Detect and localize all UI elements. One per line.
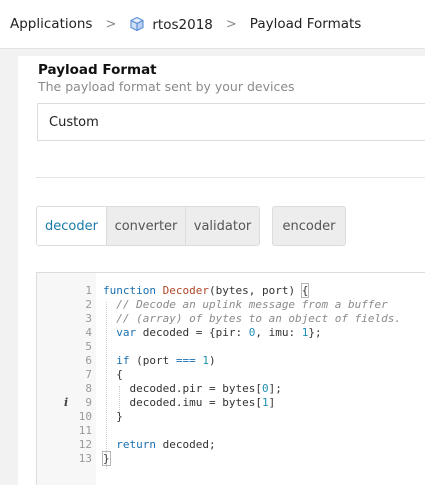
code-text: function Decoder(bytes, port) {	[103, 283, 310, 298]
breadcrumb: Applications > rtos2018 > Payload Format…	[0, 0, 425, 49]
tab-encoder[interactable]: encoder	[272, 206, 346, 246]
info-marker-icon[interactable]: i	[64, 396, 68, 410]
line-number: 3	[85, 312, 92, 325]
section-subtitle: The payload format sent by your devices	[38, 79, 295, 94]
code-line: 3 // (array) of bytes to an object of fi…	[37, 312, 425, 326]
code-line: 2 // Decode an uplink message from a buf…	[37, 298, 425, 312]
cube-icon	[130, 16, 144, 31]
code-text: // (array) of bytes to an object of fiel…	[116, 312, 402, 325]
breadcrumb-separator: >	[225, 16, 237, 32]
line-number: 10	[78, 410, 92, 423]
code-line: 11	[37, 424, 425, 438]
line-number: 5	[85, 340, 92, 353]
line-number: 8	[85, 382, 92, 395]
section-title: Payload Format	[38, 62, 157, 78]
code-line: 4 var decoded = {pir: 0, imu: 1};	[37, 326, 425, 340]
code-line: 8 decoded.pir = bytes[0];	[37, 382, 425, 396]
payload-format-selected-value: Custom	[49, 114, 99, 130]
code-line: 12 return decoded;	[37, 438, 425, 452]
divider	[36, 177, 425, 178]
code-line: 13}	[37, 451, 425, 466]
payload-format-panel: Payload Format The payload format sent b…	[18, 56, 425, 485]
line-number: 6	[85, 354, 92, 367]
code-text: return decoded;	[116, 438, 216, 451]
code-text: decoded.pir = bytes[0];	[103, 382, 282, 395]
payload-format-select[interactable]: Custom	[37, 103, 425, 141]
code-line: 6 if (port === 1)	[37, 354, 425, 368]
breadcrumb-applications[interactable]: Applications	[10, 16, 92, 32]
line-number: 13	[78, 452, 92, 465]
code-text: {	[103, 368, 123, 381]
line-number: 11	[78, 424, 92, 437]
line-number: 4	[85, 326, 92, 339]
breadcrumb-separator: >	[105, 16, 117, 32]
code-line: 5	[37, 340, 425, 354]
code-line: 10 }	[37, 410, 425, 424]
code-text: // Decode an uplink message from a buffe…	[116, 298, 388, 311]
code-text: if (port === 1)	[116, 354, 216, 367]
code-text: }	[103, 410, 123, 423]
breadcrumb-application[interactable]: rtos2018	[129, 16, 213, 33]
code-text: }	[102, 451, 111, 466]
code-editor[interactable]: 1 function Decoder(bytes, port) {2 // Dec…	[36, 272, 425, 485]
tab-decoder[interactable]: decoder	[37, 207, 106, 245]
code-text: var decoded = {pir: 0, imu: 1};	[116, 326, 322, 339]
function-tabs: decoder converter validator	[36, 206, 260, 246]
code-line: 9i decoded.imu = bytes[1]	[37, 396, 425, 410]
line-number: 2	[85, 298, 92, 311]
code-text: decoded.imu = bytes[1]	[103, 396, 276, 409]
breadcrumb-application-label: rtos2018	[152, 16, 213, 33]
tab-converter[interactable]: converter	[106, 207, 185, 245]
breadcrumb-payload-formats: Payload Formats	[249, 16, 362, 32]
line-number: 12	[78, 438, 92, 451]
code-line: 7 {	[37, 368, 425, 382]
tab-validator[interactable]: validator	[185, 207, 259, 245]
line-number: 1	[85, 284, 92, 297]
line-number: 7	[85, 368, 92, 381]
code-line: 1 function Decoder(bytes, port) {	[37, 283, 425, 298]
